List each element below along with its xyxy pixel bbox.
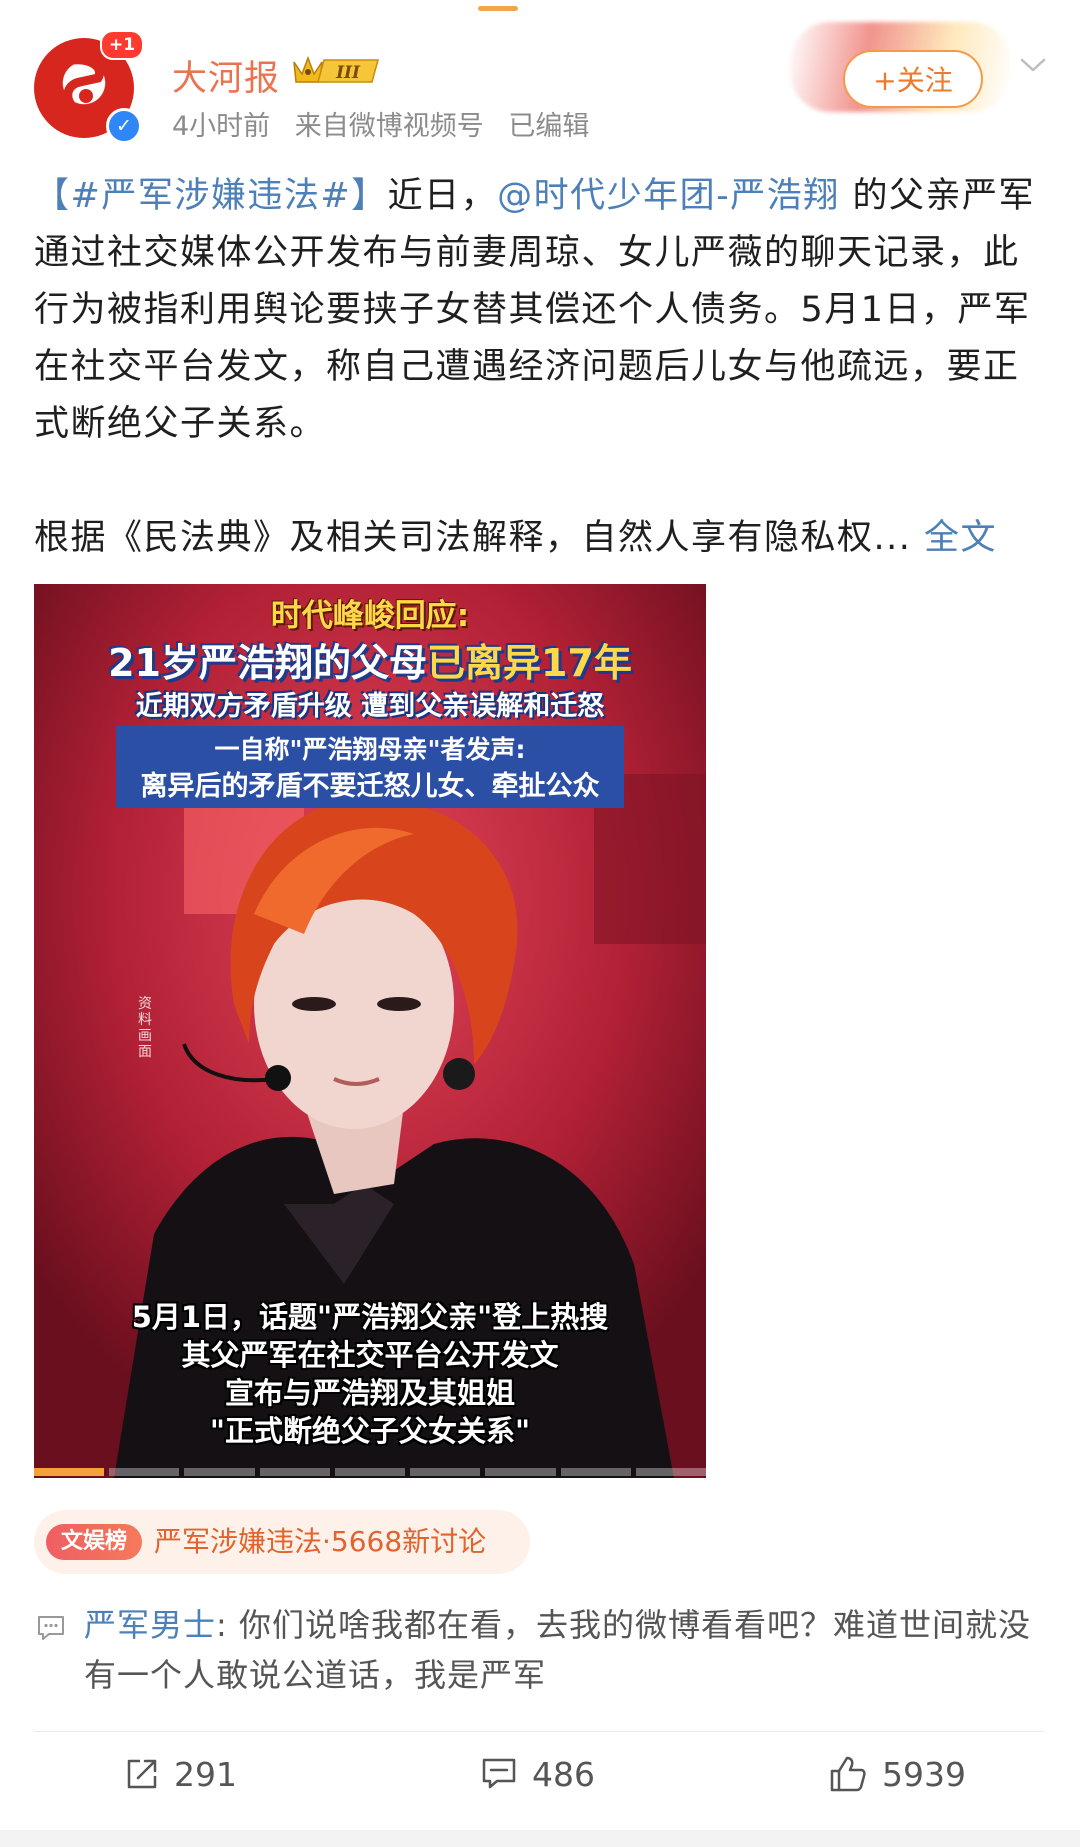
weibo-post-screen: +1 ✓ 大河报 III 4小时前 来自微博视频号 已编辑 +关注 【#严军涉嫌…: [0, 0, 1080, 1847]
archive-footage-note: 资料画面: [138, 996, 152, 1060]
video-caption-line: 其父严军在社交平台公开发文: [181, 1338, 559, 1372]
top-drag-handle[interactable]: [478, 6, 518, 11]
vip-crown-badge-icon[interactable]: III: [290, 52, 382, 88]
video-quote-line-1: 一自称"严浩翔母亲"者发声:: [214, 735, 526, 764]
post-text-part: 根据《民法典》及相关司法解释，自然人享有隐私权...: [34, 518, 925, 558]
post-source[interactable]: 来自微博视频号: [295, 111, 484, 142]
post-meta: 4小时前 来自微博视频号 已编辑: [172, 104, 605, 143]
post-text-part: 的父亲严军通过社交媒体公开发布与前妻周琼、女儿严薇的聊天记录，此行为被指利用舆论…: [34, 176, 1035, 444]
progress-segment: [184, 1468, 255, 1476]
video-caption-line: "正式断绝父子父女关系": [209, 1414, 531, 1448]
verified-v-icon: ✓: [106, 108, 142, 144]
progress-segment: [259, 1468, 330, 1476]
hot-comment[interactable]: 严军男士: 你们说啥我都在看，去我的微博看看吧？难道世间就没有一个人敢说公道话，…: [84, 1600, 1044, 1700]
post-paragraph-2: 根据《民法典》及相关司法解释，自然人享有隐私权... 全文: [34, 510, 1046, 567]
post-time: 4小时前: [172, 111, 271, 142]
avatar-notification-badge: +1: [100, 30, 144, 60]
hashtag-link[interactable]: 【#严军涉嫌违法#】: [34, 176, 388, 216]
thumbs-up-icon: [830, 1756, 866, 1792]
progress-segment: [410, 1468, 481, 1476]
repost-count: 291: [174, 1754, 237, 1794]
like-button[interactable]: 5939: [828, 1752, 966, 1796]
progress-segment: [109, 1468, 180, 1476]
chevron-down-icon[interactable]: [1016, 48, 1050, 82]
progress-segment: [485, 1468, 556, 1476]
video-progress-bar[interactable]: [34, 1468, 706, 1476]
comment-bubble-icon: [38, 1616, 64, 1640]
video-title-line-1: 时代峰峻回应:: [270, 598, 470, 634]
comment-icon: [482, 1758, 516, 1789]
video-quote-line-2: 离异后的矛盾不要迁怒儿女、牵扯公众: [140, 771, 600, 802]
post-paragraph-1: 【#严军涉嫌违法#】近日，@时代少年团-严浩翔 的父亲严军通过社交媒体公开发布与…: [34, 168, 1046, 453]
post-text: 【#严军涉嫌违法#】近日，@时代少年团-严浩翔 的父亲严军通过社交媒体公开发布与…: [34, 168, 1046, 567]
repost-icon: [127, 1759, 157, 1789]
dahebao-logo-icon: [63, 56, 109, 117]
hot-topic-pill[interactable]: 文娱榜 严军涉嫌违法·5668新讨论: [34, 1510, 530, 1574]
progress-segment: [560, 1468, 631, 1476]
video-title-line-2: 21岁严浩翔的父母已离异17年: [34, 632, 706, 687]
post-text-part: 近日，: [387, 176, 498, 216]
comment-text: : 你们说啥我都在看，去我的微博看看吧？难道世间就没有一个人敢说公道话，我是严军: [84, 1606, 1031, 1694]
expand-full-text-link[interactable]: 全文: [924, 518, 997, 558]
video-title-line-2-highlight: 已离异17年: [427, 641, 632, 685]
repost-button[interactable]: 291: [124, 1752, 237, 1796]
ranking-tag: 文娱榜: [46, 1524, 142, 1560]
comment-count: 486: [532, 1754, 595, 1794]
bottom-separator: [0, 1830, 1080, 1847]
video-player[interactable]: 时代峰峻回应: 21岁严浩翔的父母已离异17年 近期双方矛盾升级 遭到父亲误解和…: [34, 584, 706, 1478]
progress-segment: [334, 1468, 406, 1476]
svg-text:III: III: [335, 63, 361, 83]
mention-link[interactable]: @时代少年团-严浩翔: [497, 176, 840, 216]
comment-user[interactable]: 严军男士: [84, 1606, 216, 1644]
video-caption-line: 5月1日，话题"严浩翔父亲"登上热搜: [131, 1300, 609, 1334]
progress-segment: [635, 1468, 706, 1476]
divider: [34, 1731, 1044, 1732]
like-count: 5939: [882, 1754, 966, 1794]
video-caption-line: 宣布与严浩翔及其姐姐: [224, 1376, 515, 1410]
video-title-line-2-part: 21岁严浩翔的父母: [108, 641, 427, 685]
hot-topic-text: 严军涉嫌违法·5668新讨论: [154, 1525, 487, 1558]
edited-label[interactable]: 已编辑: [508, 111, 589, 142]
progress-segment: [34, 1468, 105, 1476]
follow-button[interactable]: +关注: [843, 50, 983, 108]
comment-button[interactable]: 486: [480, 1752, 595, 1796]
username[interactable]: 大河报: [172, 50, 280, 101]
video-title-line-3: 近期双方矛盾升级 遭到父亲误解和迁怒: [135, 691, 605, 722]
